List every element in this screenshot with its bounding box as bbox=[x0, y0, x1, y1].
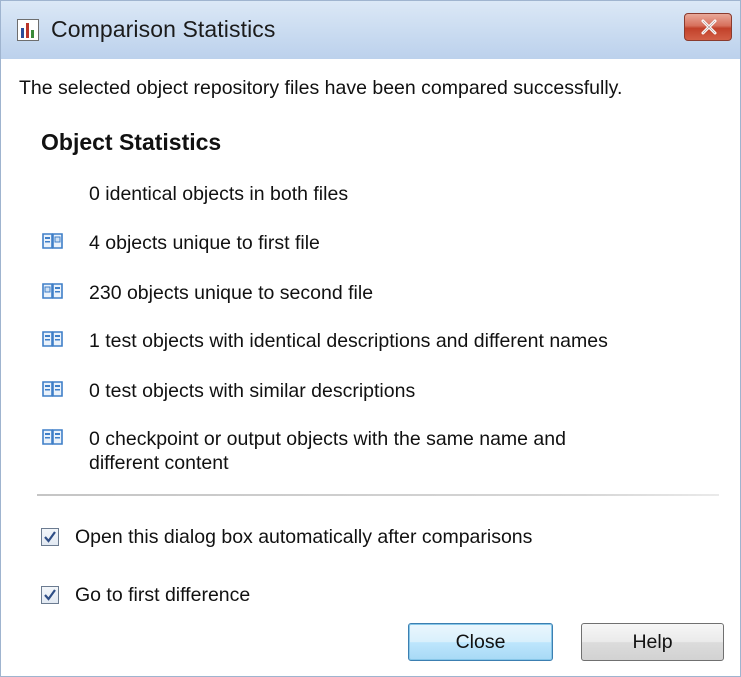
stat-text: 0 identical objects in both files bbox=[89, 183, 349, 205]
stat-text: 4 objects unique to first file bbox=[89, 232, 320, 254]
repository-both-icon bbox=[41, 379, 65, 399]
stat-text-line2: different content bbox=[89, 452, 229, 474]
go-first-label[interactable]: Go to first difference bbox=[75, 584, 250, 607]
window-title: Comparison Statistics bbox=[51, 16, 276, 42]
stat-text: 0 checkpoint or output objects with the … bbox=[89, 427, 719, 475]
repository-second-icon bbox=[41, 281, 65, 301]
open-dialog-checkbox[interactable] bbox=[41, 528, 59, 546]
checkmark-icon bbox=[44, 589, 56, 601]
repository-both-icon bbox=[41, 329, 65, 349]
comparison-statistics-dialog: Comparison Statistics The selected objec… bbox=[0, 0, 741, 677]
section-title: Object Statistics bbox=[41, 129, 222, 155]
stat-text: 0 test objects with similar descriptions bbox=[89, 380, 416, 402]
stat-text: 230 objects unique to second file bbox=[89, 282, 374, 304]
title-bar[interactable]: Comparison Statistics bbox=[1, 1, 740, 60]
close-window-button[interactable] bbox=[684, 13, 732, 41]
intro-text: The selected object repository files hav… bbox=[19, 77, 623, 99]
repository-first-icon bbox=[41, 231, 65, 251]
stat-text: 1 test objects with identical descriptio… bbox=[89, 330, 608, 352]
open-dialog-label[interactable]: Open this dialog box automatically after… bbox=[75, 526, 532, 549]
go-first-checkbox[interactable] bbox=[41, 586, 59, 604]
bar-chart-icon bbox=[17, 19, 39, 41]
repository-both-icon bbox=[41, 427, 65, 447]
stat-text-line1: 0 checkpoint or output objects with the … bbox=[89, 428, 566, 450]
close-button[interactable]: Close bbox=[408, 623, 553, 661]
dialog-content: The selected object repository files hav… bbox=[1, 59, 740, 676]
close-icon bbox=[701, 19, 717, 35]
separator bbox=[37, 494, 719, 496]
checkmark-icon bbox=[44, 531, 56, 543]
help-button[interactable]: Help bbox=[581, 623, 724, 661]
